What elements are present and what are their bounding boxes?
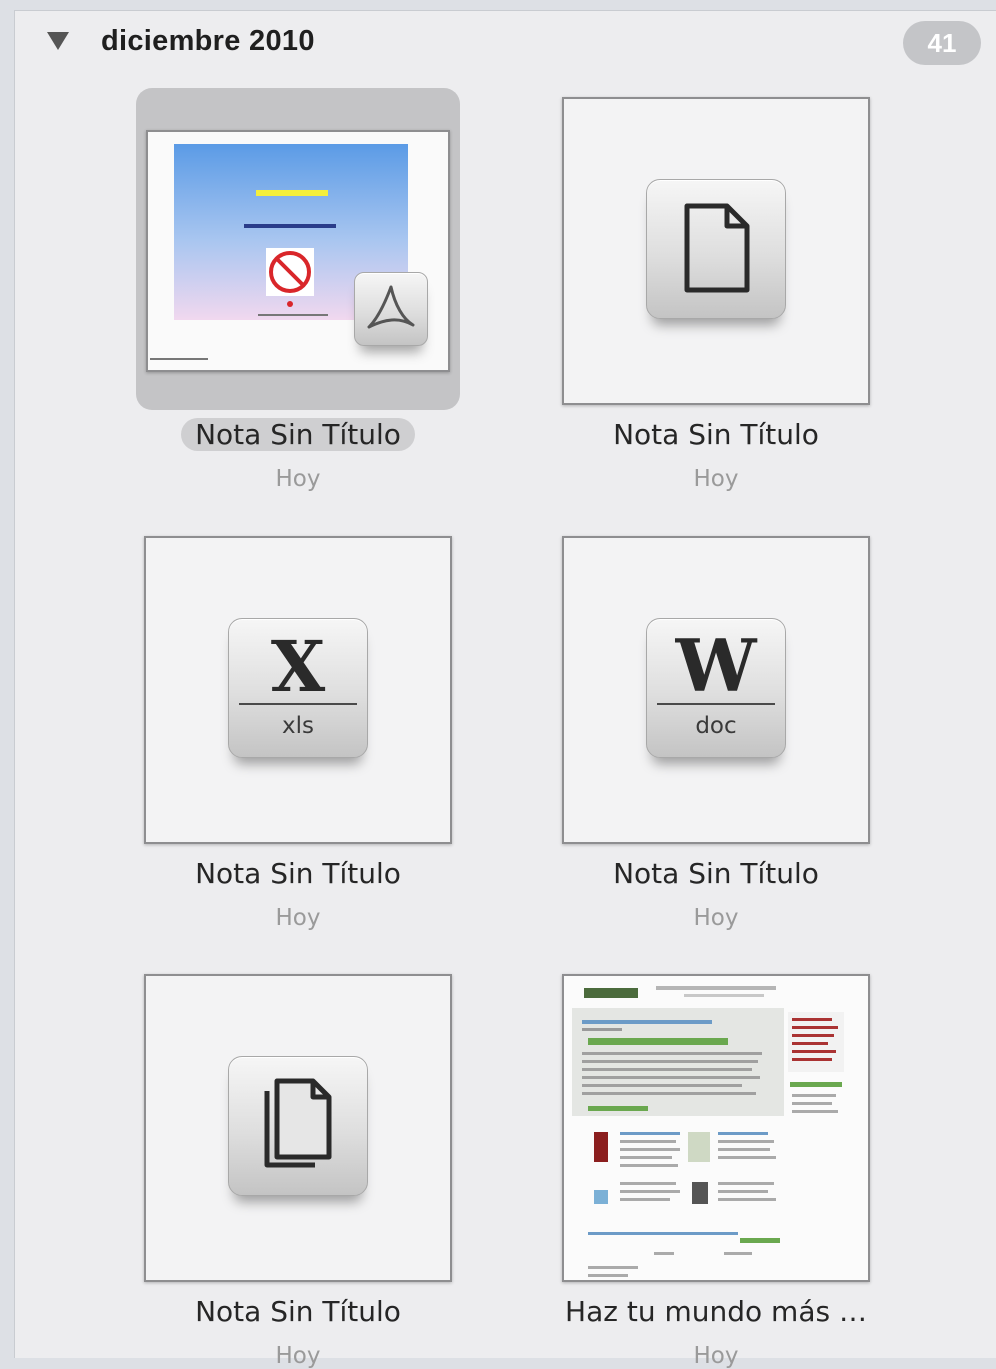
webpage-thumbnail[interactable]: [562, 974, 870, 1282]
note-date: Hoy: [693, 466, 739, 492]
note-item[interactable]: Nota Sin Título Hoy: [554, 88, 894, 492]
pdf-icon: [354, 272, 428, 346]
note-date: Hoy: [693, 1343, 739, 1369]
generic-document-icon: [646, 179, 786, 319]
pdf-thumbnail[interactable]: [146, 130, 450, 372]
note-item[interactable]: Nota Sin Título Hoy: [136, 88, 476, 492]
note-date: Hoy: [693, 905, 739, 931]
documents-thumbnail[interactable]: [144, 974, 452, 1282]
doc-thumbnail[interactable]: W doc: [562, 536, 870, 844]
note-title: Nota Sin Título: [195, 1295, 401, 1328]
note-item[interactable]: W doc Nota Sin Título Hoy: [554, 527, 894, 931]
section-title: diciembre 2010: [101, 25, 315, 57]
notes-panel: diciembre 2010 41 Nota Sin Título Hoy No…: [14, 10, 996, 1369]
note-date: Hoy: [275, 905, 321, 931]
count-badge: 41: [903, 21, 981, 65]
note-date: Hoy: [275, 466, 321, 492]
note-item[interactable]: Nota Sin Título Hoy: [136, 965, 476, 1369]
word-icon: W doc: [646, 618, 786, 758]
note-title: Nota Sin Título: [195, 857, 401, 890]
note-date: Hoy: [275, 1343, 321, 1369]
section-header: diciembre 2010 41: [15, 11, 996, 71]
note-title: Nota Sin Título: [181, 418, 415, 451]
note-item[interactable]: Haz tu mundo más … Hoy: [554, 965, 894, 1369]
multiple-documents-icon: [228, 1056, 368, 1196]
note-item[interactable]: X xls Nota Sin Título Hoy: [136, 527, 476, 931]
webpage-preview: [564, 976, 868, 1280]
note-title: Nota Sin Título: [613, 418, 819, 451]
document-thumbnail[interactable]: [562, 97, 870, 405]
excel-icon: X xls: [228, 618, 368, 758]
note-title: Haz tu mundo más …: [565, 1295, 867, 1328]
xls-thumbnail[interactable]: X xls: [144, 536, 452, 844]
disclosure-triangle-icon[interactable]: [47, 32, 69, 50]
note-title: Nota Sin Título: [613, 857, 819, 890]
